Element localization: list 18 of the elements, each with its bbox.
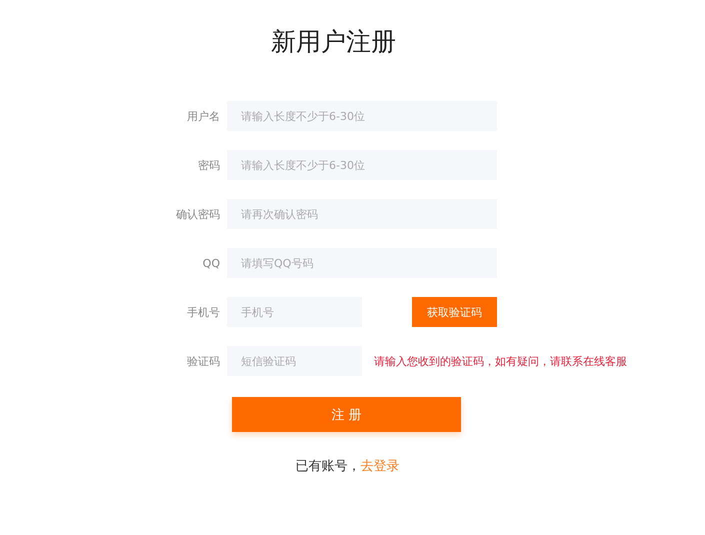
page-title: 新用户注册 (270, 26, 397, 58)
input-field[interactable]: 请输入长度不少于6-30位 (227, 150, 497, 180)
input-field[interactable]: 短信验证码 (227, 346, 362, 376)
input-field[interactable]: 请填写QQ号码 (227, 248, 497, 278)
input-field[interactable]: 请输入长度不少于6-30位 (227, 101, 497, 131)
field-label: 验证码 (186, 354, 221, 368)
field-label: 密码 (197, 158, 221, 172)
field-label: QQ (202, 256, 221, 270)
hint-text: 请输入您收到的验证码，如有疑问，请联系在线客服 (374, 354, 627, 368)
login-link[interactable]: 去登录 (360, 459, 400, 474)
field-label: 确认密码 (175, 206, 221, 222)
register-button[interactable]: 注 册 (232, 397, 461, 432)
input-field[interactable]: 手机号 (227, 297, 362, 327)
login-prompt: 已有账号，去登录 (294, 458, 400, 475)
input-field[interactable]: 请再次确认密码 (227, 199, 497, 229)
field-label: 用户名 (186, 108, 221, 124)
field-label: 手机号 (186, 304, 221, 320)
get-code-button[interactable]: 获取验证码 (412, 297, 497, 327)
